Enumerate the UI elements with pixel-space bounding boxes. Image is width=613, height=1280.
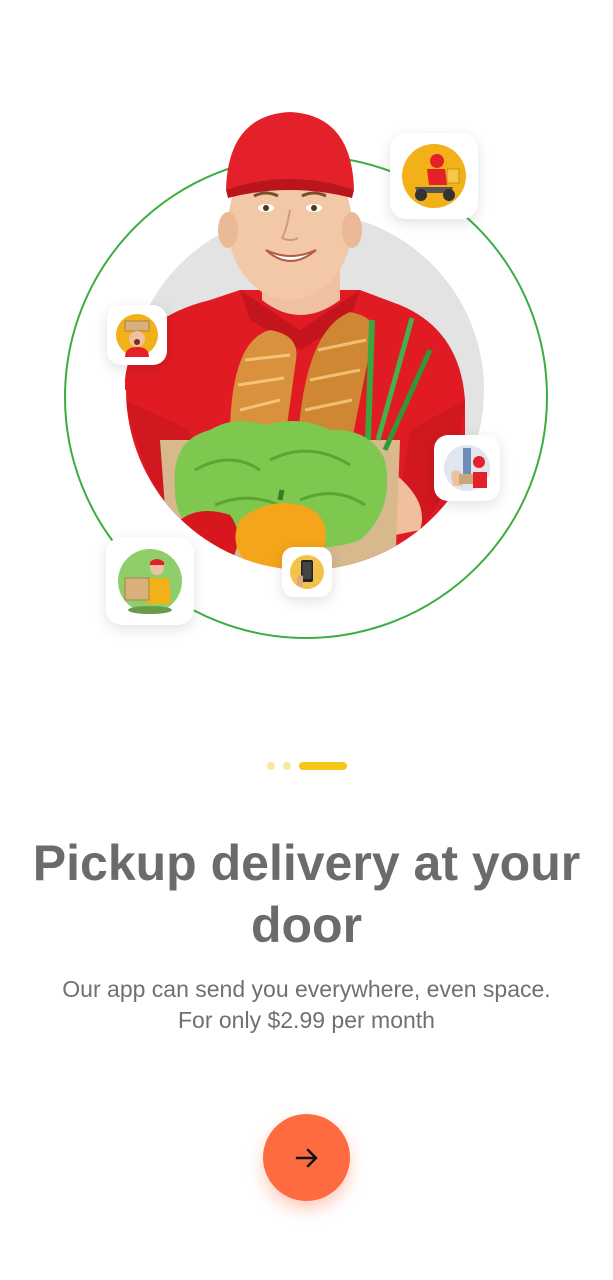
onboarding-description: Our app can send you everywhere, even sp… xyxy=(62,976,551,1033)
onboarding-screen: Pickup delivery at your door Our app can… xyxy=(0,0,613,1280)
door-delivery-icon xyxy=(444,445,490,491)
next-button[interactable] xyxy=(263,1114,350,1201)
door-delivery-thumbnail xyxy=(434,435,500,501)
page-indicator xyxy=(0,762,613,770)
scooter-courier-thumbnail xyxy=(390,133,478,219)
phone-in-hand-icon xyxy=(290,555,324,589)
pizza-courier-thumbnail xyxy=(106,537,194,625)
page-dot-1[interactable] xyxy=(266,762,275,770)
page-dot-active[interactable] xyxy=(298,762,347,770)
onboarding-title: Pickup delivery at your door xyxy=(32,835,581,953)
pizza-courier-icon xyxy=(118,549,182,614)
page-dot-2[interactable] xyxy=(282,762,291,770)
courier-with-boxes-thumbnail xyxy=(107,305,167,365)
arrow-right-icon xyxy=(295,1148,317,1167)
scooter-courier-icon xyxy=(402,144,466,208)
hero-illustration xyxy=(0,0,613,680)
phone-in-hand-thumbnail xyxy=(282,547,332,597)
courier-with-boxes-icon xyxy=(116,314,158,357)
